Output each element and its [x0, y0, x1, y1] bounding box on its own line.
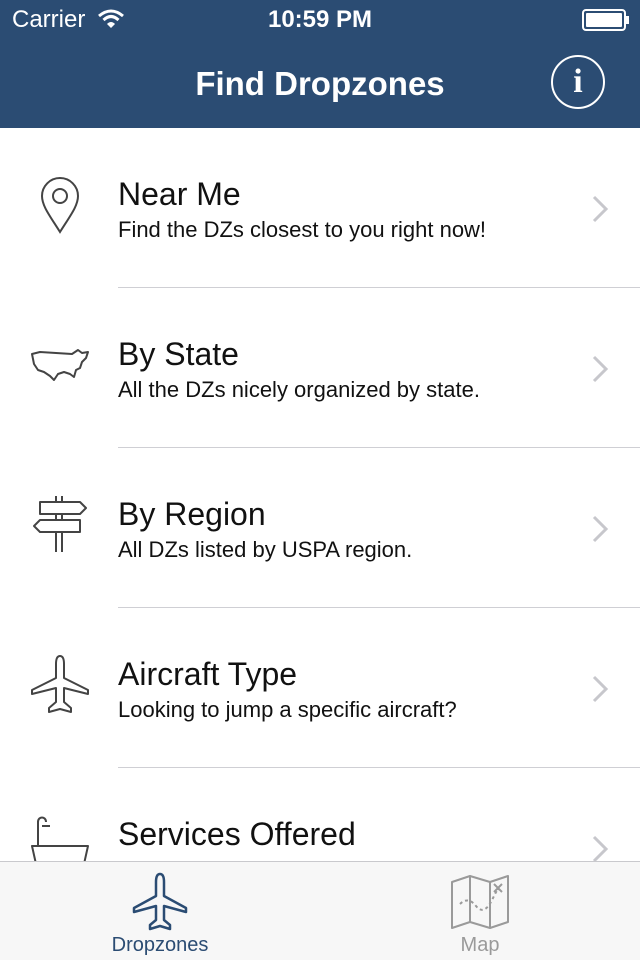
navigation-bar: Carrier 10:59 PM Find Dropzones i	[0, 0, 640, 128]
chevron-right-icon	[590, 674, 610, 704]
list-item-services-offered[interactable]: Services Offered	[0, 768, 640, 861]
list-item-title: By Region	[118, 496, 266, 532]
list-item-title: Services Offered	[118, 816, 356, 852]
page-title: Find Dropzones	[195, 65, 445, 102]
location-pin-icon	[28, 172, 92, 236]
info-button[interactable]: i	[551, 55, 605, 109]
chevron-right-icon	[590, 354, 610, 384]
tab-dropzones[interactable]: Dropzones	[0, 862, 320, 961]
list-item-aircraft-type[interactable]: Aircraft Type Looking to jump a specific…	[0, 608, 640, 768]
tab-label: Dropzones	[111, 934, 209, 956]
list-item-subtitle: All DZs listed by USPA region.	[118, 537, 413, 562]
list-item-subtitle: All the DZs nicely organized by state.	[118, 377, 480, 402]
signpost-icon	[28, 492, 92, 556]
tab-map[interactable]: Map	[320, 862, 640, 961]
list-item-title: Aircraft Type	[118, 656, 298, 692]
tab-label: Map	[460, 934, 500, 956]
status-time: 10:59 PM	[267, 6, 373, 33]
treasure-map-icon	[448, 870, 512, 934]
list-item-near-me[interactable]: Near Me Find the DZs closest to you righ…	[0, 128, 640, 288]
list-item-subtitle: Find the DZs closest to you right now!	[118, 217, 487, 242]
list-item-by-state[interactable]: By State All the DZs nicely organized by…	[0, 288, 640, 448]
info-icon: i	[573, 63, 583, 100]
chevron-right-icon	[590, 514, 610, 544]
chevron-right-icon	[590, 194, 610, 224]
list-item-title: Near Me	[118, 176, 241, 212]
usa-map-icon	[28, 332, 92, 396]
status-bar: Carrier 10:59 PM	[0, 0, 640, 40]
menu-list: Near Me Find the DZs closest to you righ…	[0, 128, 640, 861]
chevron-right-icon	[590, 834, 610, 861]
tab-bar: Dropzones Map	[0, 861, 640, 960]
list-item-subtitle: Looking to jump a specific aircraft?	[118, 697, 457, 722]
list-item-title: By State	[118, 336, 239, 372]
list-item-by-region[interactable]: By Region All DZs listed by USPA region.	[0, 448, 640, 608]
battery-icon	[582, 9, 630, 31]
airplane-icon	[28, 652, 92, 716]
bathtub-icon	[28, 812, 92, 861]
airplane-icon	[128, 870, 192, 934]
